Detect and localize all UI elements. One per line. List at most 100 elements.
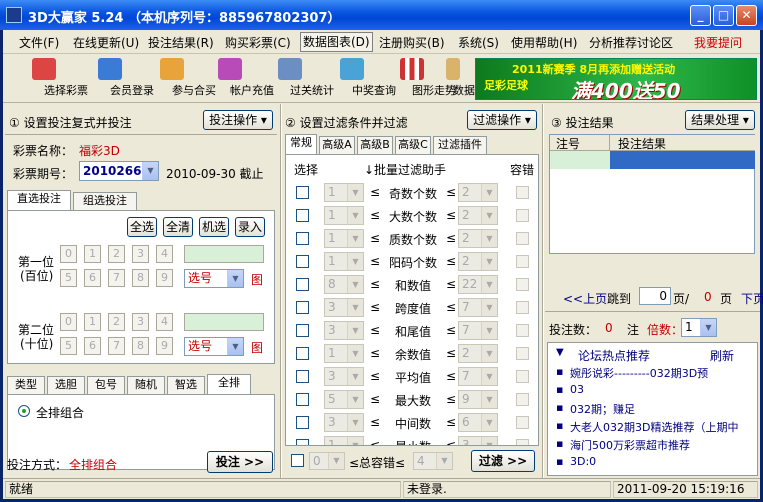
menu-ask-question[interactable]: 我要提问 — [694, 34, 742, 51]
next-page-link[interactable]: 下页 — [741, 290, 763, 307]
filter-row-min[interactable]: 3 ▼ — [324, 413, 364, 432]
tab-random[interactable]: 随机 — [127, 376, 165, 394]
filter-row-checkbox[interactable] — [296, 301, 309, 314]
filter-row-checkbox[interactable] — [296, 232, 309, 245]
clear-all-button[interactable]: 全清 — [163, 217, 193, 237]
result-operation-button[interactable]: 结果处理 ▾ — [685, 110, 755, 130]
total-tolerance-min[interactable]: 0 ▼ — [309, 452, 345, 470]
filter-row-checkbox[interactable] — [296, 255, 309, 268]
close-button[interactable]: ✕ — [736, 5, 757, 26]
forum-news-item[interactable]: 海门500万彩票超市推荐 — [570, 437, 690, 453]
refresh-link[interactable]: 刷新 — [710, 347, 734, 364]
tab-direct-bet[interactable]: 直选投注 — [7, 190, 71, 210]
filter-row-tolerance[interactable] — [516, 186, 529, 199]
tab-smart[interactable]: 智选 — [167, 376, 205, 394]
prize-query-button[interactable]: 中奖查询 — [323, 57, 396, 101]
menu-online-update[interactable]: 在线更新(U) — [73, 34, 139, 51]
filter-row-tolerance[interactable] — [516, 393, 529, 406]
filter-row-checkbox[interactable] — [296, 186, 309, 199]
collapse-arrow-icon[interactable]: ▼ — [556, 347, 564, 358]
filter-row-min[interactable]: 3 ▼ — [324, 321, 364, 340]
bet-operation-button[interactable]: 投注操作 ▾ — [203, 110, 273, 130]
digit-1-3[interactable]: 3 — [132, 245, 149, 263]
position-1-chart-link[interactable]: 图 — [251, 271, 263, 288]
tab-banker[interactable]: 选胆 — [47, 376, 85, 394]
pass-stats-button[interactable]: 过关统计 — [261, 57, 334, 101]
select-all-button[interactable]: 全选 — [127, 217, 157, 237]
input-button[interactable]: 录入 — [235, 217, 265, 237]
filter-row-min[interactable]: 1 ▼ — [324, 183, 364, 202]
tab-advanced-a[interactable]: 高级A — [319, 136, 355, 154]
filter-row-max[interactable]: 2 ▼ — [458, 252, 498, 271]
filter-row-tolerance[interactable] — [516, 347, 529, 360]
filter-row-tolerance[interactable] — [516, 439, 529, 445]
menu-buy-lottery[interactable]: 购买彩票(C) — [225, 34, 291, 51]
filter-row-min[interactable]: 5 ▼ — [324, 390, 364, 409]
multiplier-select[interactable]: 1 ▼ — [681, 318, 717, 337]
tab-cover[interactable]: 包号 — [87, 376, 125, 394]
filter-row-min[interactable]: 1 ▼ — [324, 344, 364, 363]
tab-filter-plugins[interactable]: 过滤插件 — [433, 136, 487, 154]
menu-file[interactable]: 文件(F) — [19, 34, 59, 51]
select-lottery-button[interactable]: 选择彩票 — [15, 57, 88, 101]
digit-1-1[interactable]: 1 — [84, 245, 101, 263]
forum-news-item[interactable]: 032期；赚足 — [570, 401, 635, 417]
menu-help[interactable]: 使用帮助(H) — [511, 34, 577, 51]
filter-row-tolerance[interactable] — [516, 301, 529, 314]
page-input[interactable]: 0 — [639, 287, 671, 305]
digit-1-7[interactable]: 7 — [108, 269, 125, 287]
tab-full-perm[interactable]: 全排 — [207, 374, 251, 394]
menu-bet-results[interactable]: 投注结果(R) — [148, 34, 214, 51]
tab-group-bet[interactable]: 组选投注 — [73, 192, 137, 210]
digit-2-7[interactable]: 7 — [108, 337, 125, 355]
digit-1-5[interactable]: 5 — [60, 269, 77, 287]
digit-2-3[interactable]: 3 — [132, 313, 149, 331]
digit-1-8[interactable]: 8 — [132, 269, 149, 287]
filter-row-max[interactable]: 2 ▼ — [458, 229, 498, 248]
join-group-buy-button[interactable]: 参与合买 — [143, 57, 216, 101]
digit-2-5[interactable]: 5 — [60, 337, 77, 355]
filter-row-min[interactable]: 3 ▼ — [324, 298, 364, 317]
filter-row-max[interactable]: 2 ▼ — [458, 206, 498, 225]
data-button[interactable]: 数据 — [435, 57, 475, 101]
member-login-button[interactable]: 会员登录 — [81, 57, 154, 101]
filter-row-checkbox[interactable] — [296, 439, 309, 445]
position-2-chart-link[interactable]: 图 — [251, 339, 263, 356]
filter-row-min[interactable]: 8 ▼ — [324, 275, 364, 294]
filter-row-min[interactable]: 1 ▼ — [324, 252, 364, 271]
filter-row-checkbox[interactable] — [296, 370, 309, 383]
digit-2-9[interactable]: 9 — [156, 337, 173, 355]
forum-news-item[interactable]: 婉彤说彩---------032期3D预 — [570, 365, 708, 381]
filter-row-checkbox[interactable] — [296, 209, 309, 222]
filter-row-min[interactable]: 1 ▼ — [324, 206, 364, 225]
issue-select[interactable]: 2010266 ▼ — [79, 161, 159, 181]
filter-row-checkbox[interactable] — [296, 393, 309, 406]
digit-2-6[interactable]: 6 — [84, 337, 101, 355]
maximize-button[interactable]: □ — [713, 5, 734, 26]
filter-button[interactable]: 过滤 >> — [471, 450, 535, 472]
filter-row-max[interactable]: 2 ▼ — [458, 183, 498, 202]
filter-row-min[interactable]: 3 ▼ — [324, 367, 364, 386]
filter-row-tolerance[interactable] — [516, 278, 529, 291]
filter-row-checkbox[interactable] — [296, 416, 309, 429]
prev-page-link[interactable]: <<上页 — [563, 290, 607, 307]
filter-row-max[interactable]: 7 ▼ — [458, 321, 498, 340]
filter-row-tolerance[interactable] — [516, 232, 529, 245]
ad-banner[interactable]: 2011新赛季 8月再添加赠送活动 足彩足球 满400送50 — [475, 58, 757, 100]
menu-forum[interactable]: 分析推荐讨论区 — [589, 34, 673, 51]
filter-row-tolerance[interactable] — [516, 416, 529, 429]
tab-type[interactable]: 类型 — [7, 376, 45, 394]
total-tolerance-max[interactable]: 4 ▼ — [413, 452, 453, 470]
account-recharge-button[interactable]: 帐户充值 — [201, 57, 274, 101]
digit-2-0[interactable]: 0 — [60, 313, 77, 331]
result-grid[interactable]: 注号 投注结果 — [549, 134, 755, 254]
filter-row-max[interactable]: 3 ▼ — [458, 436, 498, 445]
tab-general[interactable]: 常规 — [285, 134, 317, 154]
graph-trend-button[interactable]: 图形走势 — [383, 57, 456, 101]
forum-news-item[interactable]: 03 — [570, 383, 584, 396]
menu-data-charts[interactable]: 数据图表(D) — [300, 32, 373, 52]
filter-row-min[interactable]: 1 ▼ — [324, 436, 364, 445]
tab-advanced-c[interactable]: 高级C — [395, 136, 431, 154]
filter-row-tolerance[interactable] — [516, 370, 529, 383]
random-pick-button[interactable]: 机选 — [199, 217, 229, 237]
